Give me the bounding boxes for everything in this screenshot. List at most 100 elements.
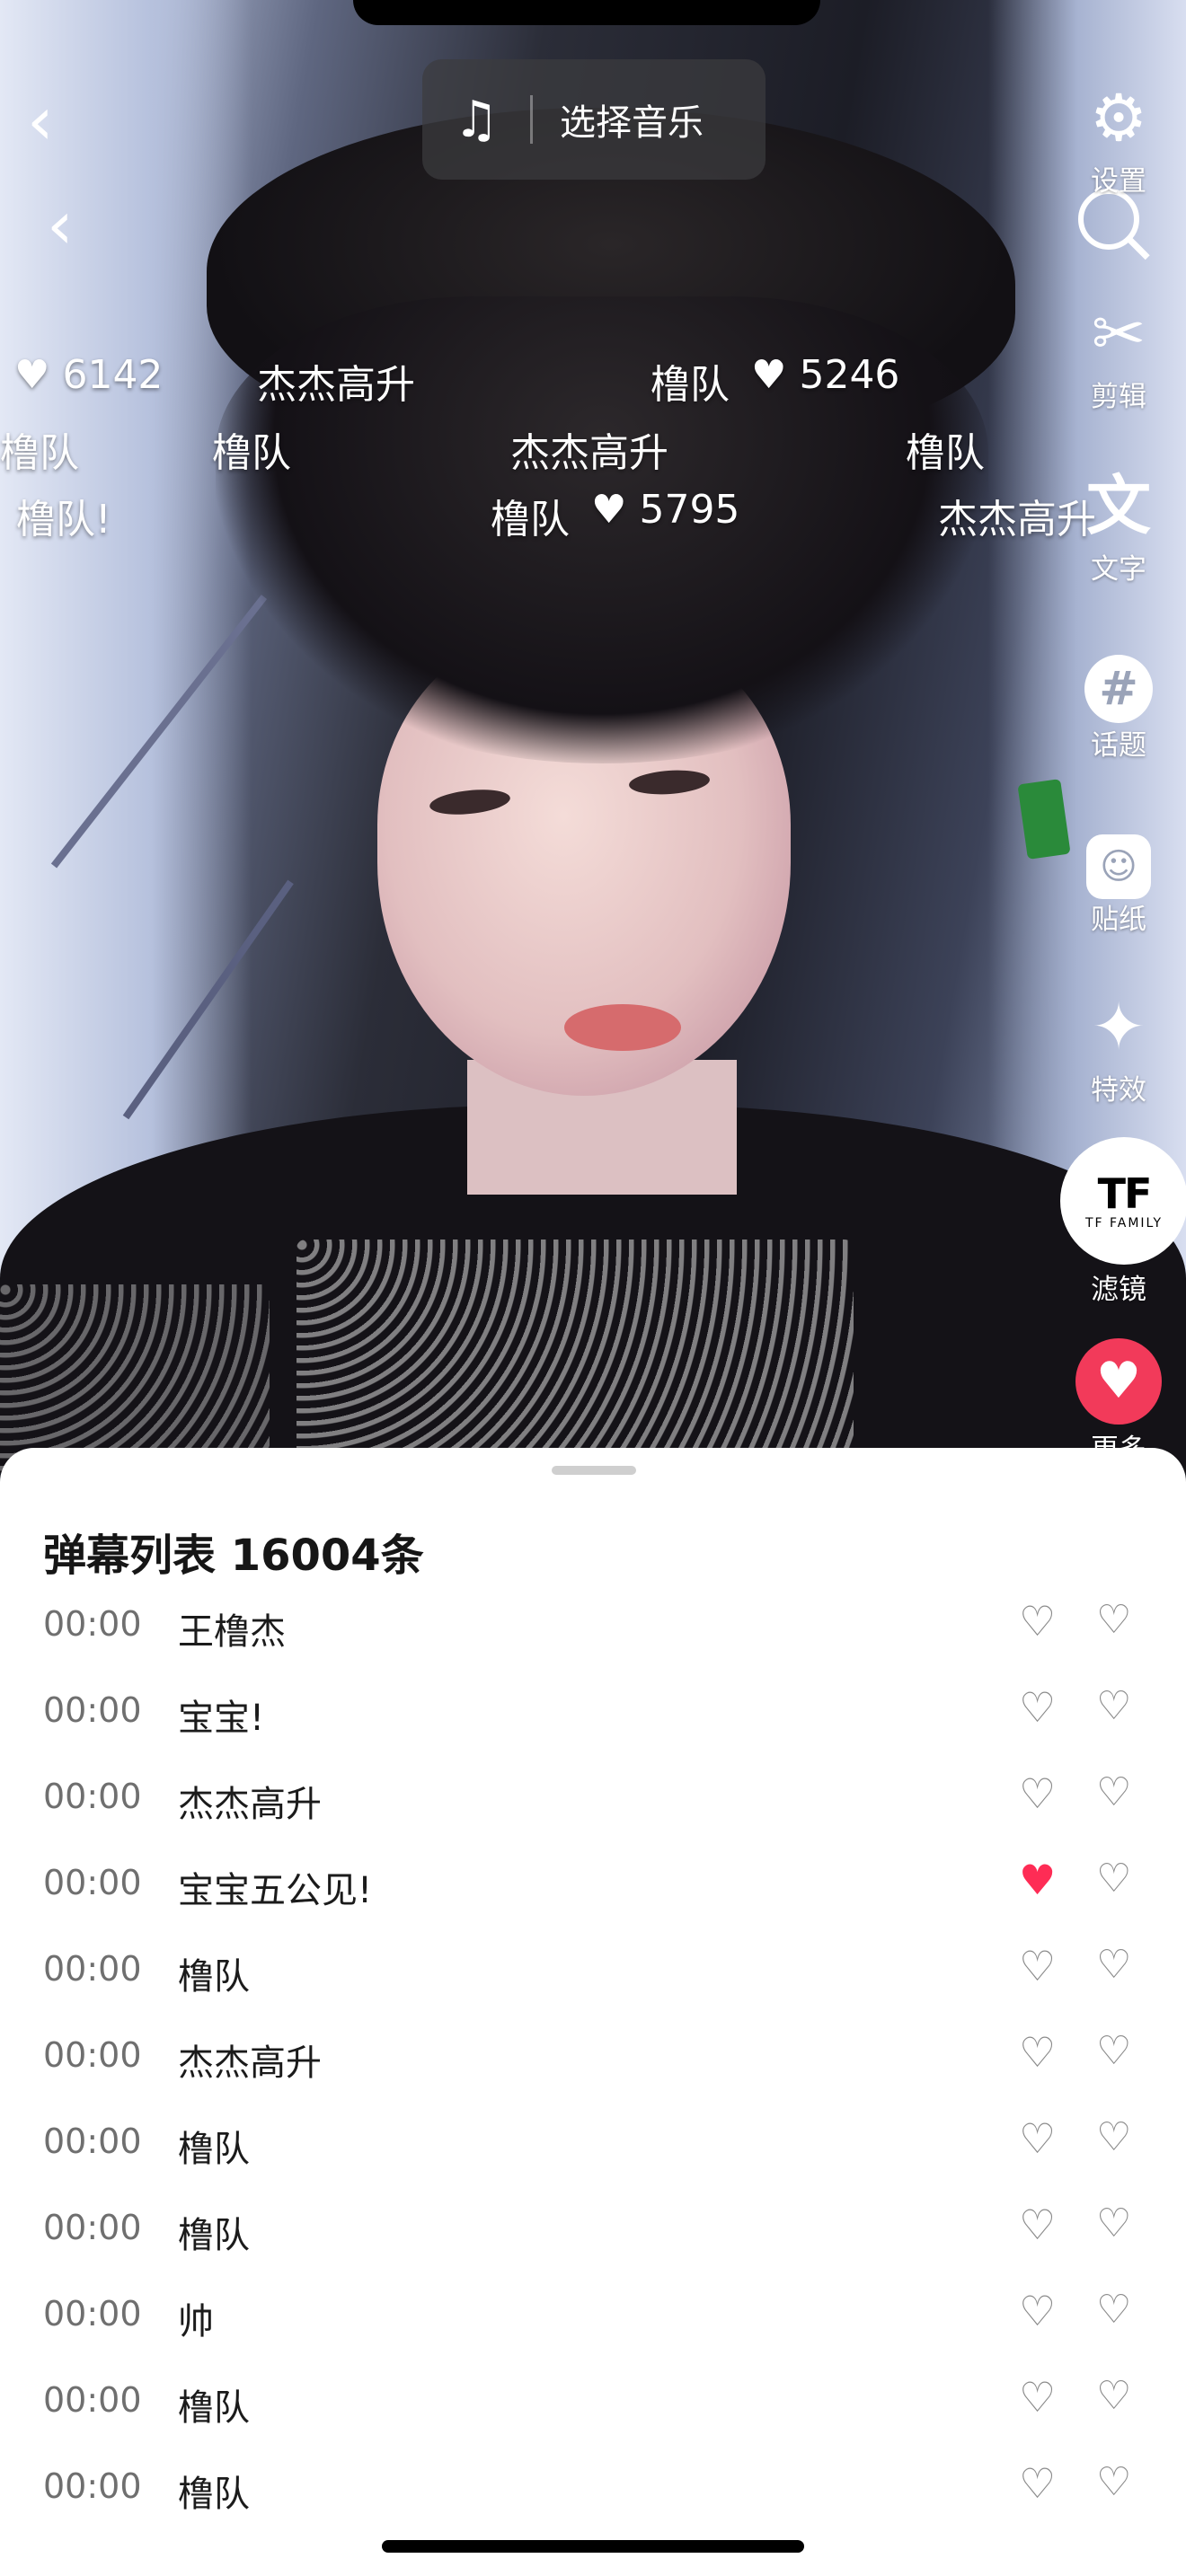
- danmu-item: 橹队: [906, 430, 985, 476]
- dislike-icon[interactable]: ♡: [1096, 1856, 1131, 1901]
- filter-logo: TF: [1097, 1169, 1153, 1218]
- filter-icon: TF TF FAMILY: [1060, 1137, 1186, 1265]
- row-time: 00:00: [43, 2208, 142, 2247]
- row-text: 橹队: [178, 2474, 250, 2515]
- back-icon[interactable]: ‹: [27, 88, 54, 154]
- danmu-item: 杰杰高升: [257, 362, 415, 408]
- row-text: 橹队: [178, 2129, 250, 2170]
- back-icon[interactable]: ‹: [47, 192, 74, 259]
- danmu-row[interactable]: 00:00 宝宝! ♡ ♡: [0, 1667, 1186, 1753]
- dislike-icon[interactable]: ♡: [1096, 2201, 1131, 2246]
- row-time: 00:00: [43, 2122, 142, 2161]
- danmu-item: 杰杰高升: [938, 497, 1096, 543]
- danmu-row[interactable]: 00:00 橹队 ♡ ♡: [0, 2184, 1186, 2271]
- row-time: 00:00: [43, 1604, 142, 1644]
- like-icon[interactable]: ♡: [1019, 2201, 1056, 2249]
- danmu-list: 00:00 王橹杰 ♡ ♡ 00:00 宝宝! ♡ ♡ 00:00 杰杰高升 ♡ ♡ 00:00 宝宝五公…: [0, 1581, 1186, 2529]
- tool-label: 文字: [1091, 553, 1146, 586]
- tool-label: 滤镜: [1091, 1274, 1146, 1306]
- filter-logo-sub: TF FAMILY: [1084, 1216, 1164, 1231]
- like-icon[interactable]: ♡: [1019, 1597, 1056, 1645]
- dislike-icon[interactable]: ♡: [1096, 1683, 1131, 1729]
- row-time: 00:00: [43, 2294, 142, 2333]
- like-icon[interactable]: ♡: [1019, 1942, 1056, 1990]
- row-time: 00:00: [43, 1949, 142, 1989]
- tool-topic[interactable]: # 话题: [1060, 645, 1177, 763]
- select-music-button[interactable]: ♫ 选择音乐: [422, 59, 766, 180]
- dislike-icon[interactable]: ♡: [1096, 1942, 1131, 1988]
- shirt-mesh: [296, 1239, 854, 1473]
- danmu-list-sheet[interactable]: 弹幕列表 16004条 00:00 王橹杰 ♡ ♡ 00:00 宝宝! ♡ ♡ 00:00 杰杰高…: [0, 1448, 1186, 2576]
- dislike-icon[interactable]: ♡: [1096, 2028, 1131, 2074]
- sheet-title: 弹幕列表 16004条: [43, 1531, 424, 1581]
- like-icon[interactable]: ♡: [1019, 2459, 1056, 2508]
- row-time: 00:00: [43, 1863, 142, 1902]
- sparkle-icon: ✦: [1091, 989, 1146, 1064]
- dislike-icon[interactable]: ♡: [1096, 2114, 1131, 2160]
- sticker-icon: ☺: [1060, 819, 1177, 899]
- heart-icon: ♥: [751, 352, 787, 398]
- danmu-item: 橹队: [212, 430, 291, 476]
- danmu-row[interactable]: 00:00 橹队 ♡ ♡: [0, 2098, 1186, 2184]
- danmu-row[interactable]: 00:00 帅 ♡ ♡: [0, 2271, 1186, 2357]
- tool-settings[interactable]: ⚙ 设置: [1060, 81, 1177, 198]
- row-time: 00:00: [43, 2466, 142, 2506]
- danmu-row[interactable]: 00:00 杰杰高升 ♡ ♡: [0, 1753, 1186, 1839]
- like-icon[interactable]: ♥: [1019, 1856, 1056, 1904]
- tool-sticker[interactable]: ☺ 贴纸: [1060, 819, 1177, 937]
- video-preview[interactable]: [0, 0, 1186, 1473]
- like-icon[interactable]: ♡: [1019, 2114, 1056, 2163]
- heart-icon: ♥: [591, 487, 627, 533]
- like-icon[interactable]: ♡: [1019, 2287, 1056, 2335]
- danmu-item: 橹队!: [16, 497, 111, 543]
- row-text: 橹队: [178, 1956, 250, 1998]
- danmu-row[interactable]: 00:00 橹队 ♡ ♡: [0, 1926, 1186, 2012]
- tool-label: 特效: [1091, 1074, 1146, 1107]
- like-icon[interactable]: ♡: [1019, 2028, 1056, 2077]
- like-icon[interactable]: ♡: [1019, 1769, 1056, 1818]
- like-icon[interactable]: ♡: [1019, 2373, 1056, 2422]
- row-text: 杰杰高升: [178, 2042, 322, 2084]
- shirt-mesh: [0, 1284, 270, 1473]
- sheet-grab-handle[interactable]: [552, 1466, 636, 1475]
- danmu-item: 橹队: [651, 362, 730, 408]
- danmu-item: ♥ 6142: [14, 352, 164, 398]
- row-text: 帅: [178, 2301, 214, 2342]
- dislike-icon[interactable]: ♡: [1096, 2373, 1131, 2419]
- dislike-icon[interactable]: ♡: [1096, 2287, 1131, 2333]
- tool-effects[interactable]: ✦ 特效: [1060, 990, 1177, 1107]
- like-icon[interactable]: ♡: [1019, 1683, 1056, 1732]
- dislike-icon[interactable]: ♡: [1096, 1597, 1131, 1643]
- row-time: 00:00: [43, 1690, 142, 1730]
- danmu-item: 橹队: [0, 430, 79, 476]
- row-time: 00:00: [43, 2035, 142, 2075]
- dislike-icon[interactable]: ♡: [1096, 1769, 1131, 1815]
- row-text: 王橹杰: [178, 1611, 286, 1653]
- danmu-row[interactable]: 00:00 王橹杰 ♡ ♡: [0, 1581, 1186, 1667]
- select-music-label: 选择音乐: [560, 102, 704, 144]
- danmu-item: 橹队: [491, 497, 570, 543]
- row-text: 橹队: [178, 2215, 250, 2256]
- tool-edit[interactable]: ✂ 剪辑: [1060, 296, 1177, 414]
- row-text: 宝宝五公见!: [178, 1870, 373, 1911]
- row-text: 宝宝!: [178, 1698, 265, 1739]
- home-indicator: [382, 2540, 804, 2553]
- danmu-item: 杰杰高升: [510, 430, 668, 476]
- tool-filter[interactable]: TF TF FAMILY 滤镜: [1060, 1137, 1186, 1307]
- gear-icon: ⚙: [1089, 80, 1148, 155]
- row-text: 橹队: [178, 2387, 250, 2429]
- danmu-item: ♥ 5246: [751, 352, 900, 398]
- danmu-row[interactable]: 00:00 杰杰高升 ♡ ♡: [0, 2012, 1186, 2098]
- danmu-row[interactable]: 00:00 橹队 ♡ ♡: [0, 2443, 1186, 2529]
- dislike-icon[interactable]: ♡: [1096, 2459, 1131, 2505]
- danmu-row[interactable]: 00:00 橹队 ♡ ♡: [0, 2357, 1186, 2443]
- person-lips: [564, 1004, 681, 1051]
- camera-notch: [353, 0, 820, 25]
- danmu-item: ♥ 5795: [591, 487, 740, 533]
- tool-label: 设置: [1091, 165, 1146, 198]
- music-ai-icon: ♫: [453, 90, 500, 149]
- danmu-row[interactable]: 00:00 宝宝五公见! ♥ ♡: [0, 1839, 1186, 1926]
- heart-icon: ♥: [14, 352, 50, 398]
- more-icon: ♥: [1075, 1338, 1162, 1425]
- row-text: 杰杰高升: [178, 1784, 322, 1825]
